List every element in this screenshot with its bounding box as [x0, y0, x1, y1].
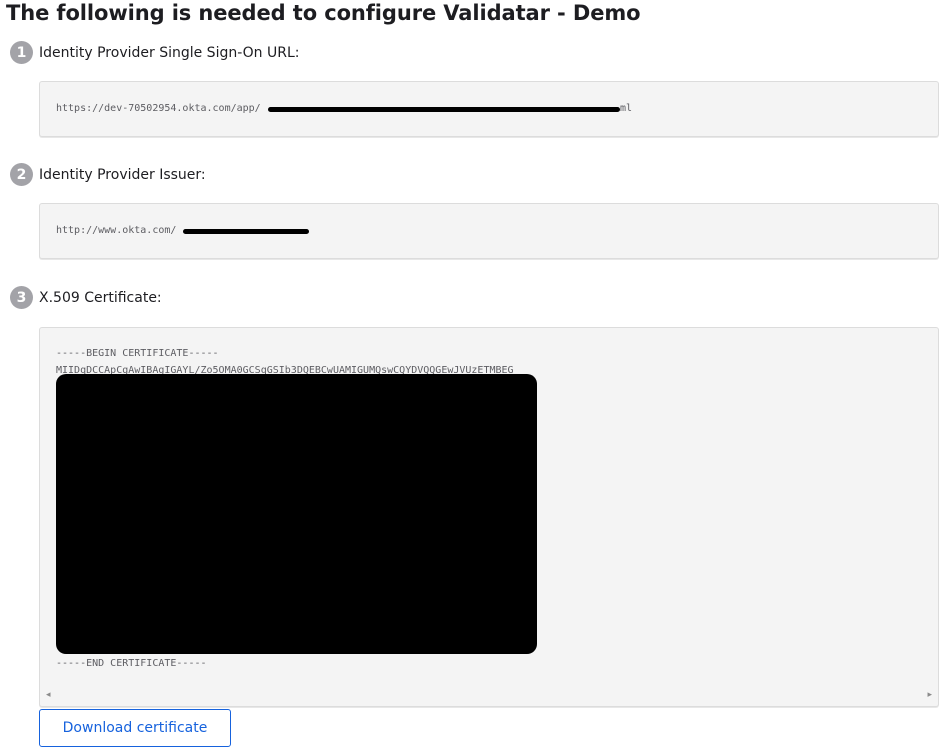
sso-url-suffix[interactable]: ml — [620, 103, 632, 114]
step-3: 3 X.509 Certificate: — [10, 286, 162, 309]
step-3-label: X.509 Certificate: — [39, 289, 162, 306]
issuer-prefix[interactable]: http://www.okta.com/ — [56, 225, 176, 236]
page-title: The following is needed to configure Val… — [6, 1, 641, 25]
certificate-box[interactable]: -----BEGIN CERTIFICATE----- MIIDqDCCApCg… — [39, 327, 939, 707]
cert-begin-line[interactable]: -----BEGIN CERTIFICATE----- — [56, 348, 219, 359]
step-2-label: Identity Provider Issuer: — [39, 166, 206, 183]
sso-url-redaction — [268, 107, 620, 112]
sso-url-prefix[interactable]: https://dev-70502954.okta.com/app/ — [56, 103, 261, 114]
scroll-left-arrow-icon[interactable]: ◂ — [46, 690, 51, 700]
okta-saml-setup-page: The following is needed to configure Val… — [0, 0, 945, 750]
step-2-badge: 2 — [10, 163, 33, 186]
issuer-redaction — [183, 229, 309, 234]
step-2: 2 Identity Provider Issuer: — [10, 163, 206, 186]
scroll-right-arrow-icon[interactable]: ▸ — [927, 690, 932, 700]
cert-end-line[interactable]: -----END CERTIFICATE----- — [56, 658, 207, 669]
step-1: 1 Identity Provider Single Sign-On URL: — [10, 41, 300, 64]
sso-url-box[interactable]: https://dev-70502954.okta.com/app/ ml — [39, 81, 939, 137]
step-3-badge: 3 — [10, 286, 33, 309]
step-1-badge: 1 — [10, 41, 33, 64]
step-1-label: Identity Provider Single Sign-On URL: — [39, 44, 300, 61]
download-certificate-button[interactable]: Download certificate — [39, 709, 231, 747]
certificate-redaction — [56, 374, 537, 654]
issuer-box[interactable]: http://www.okta.com/ — [39, 203, 939, 259]
